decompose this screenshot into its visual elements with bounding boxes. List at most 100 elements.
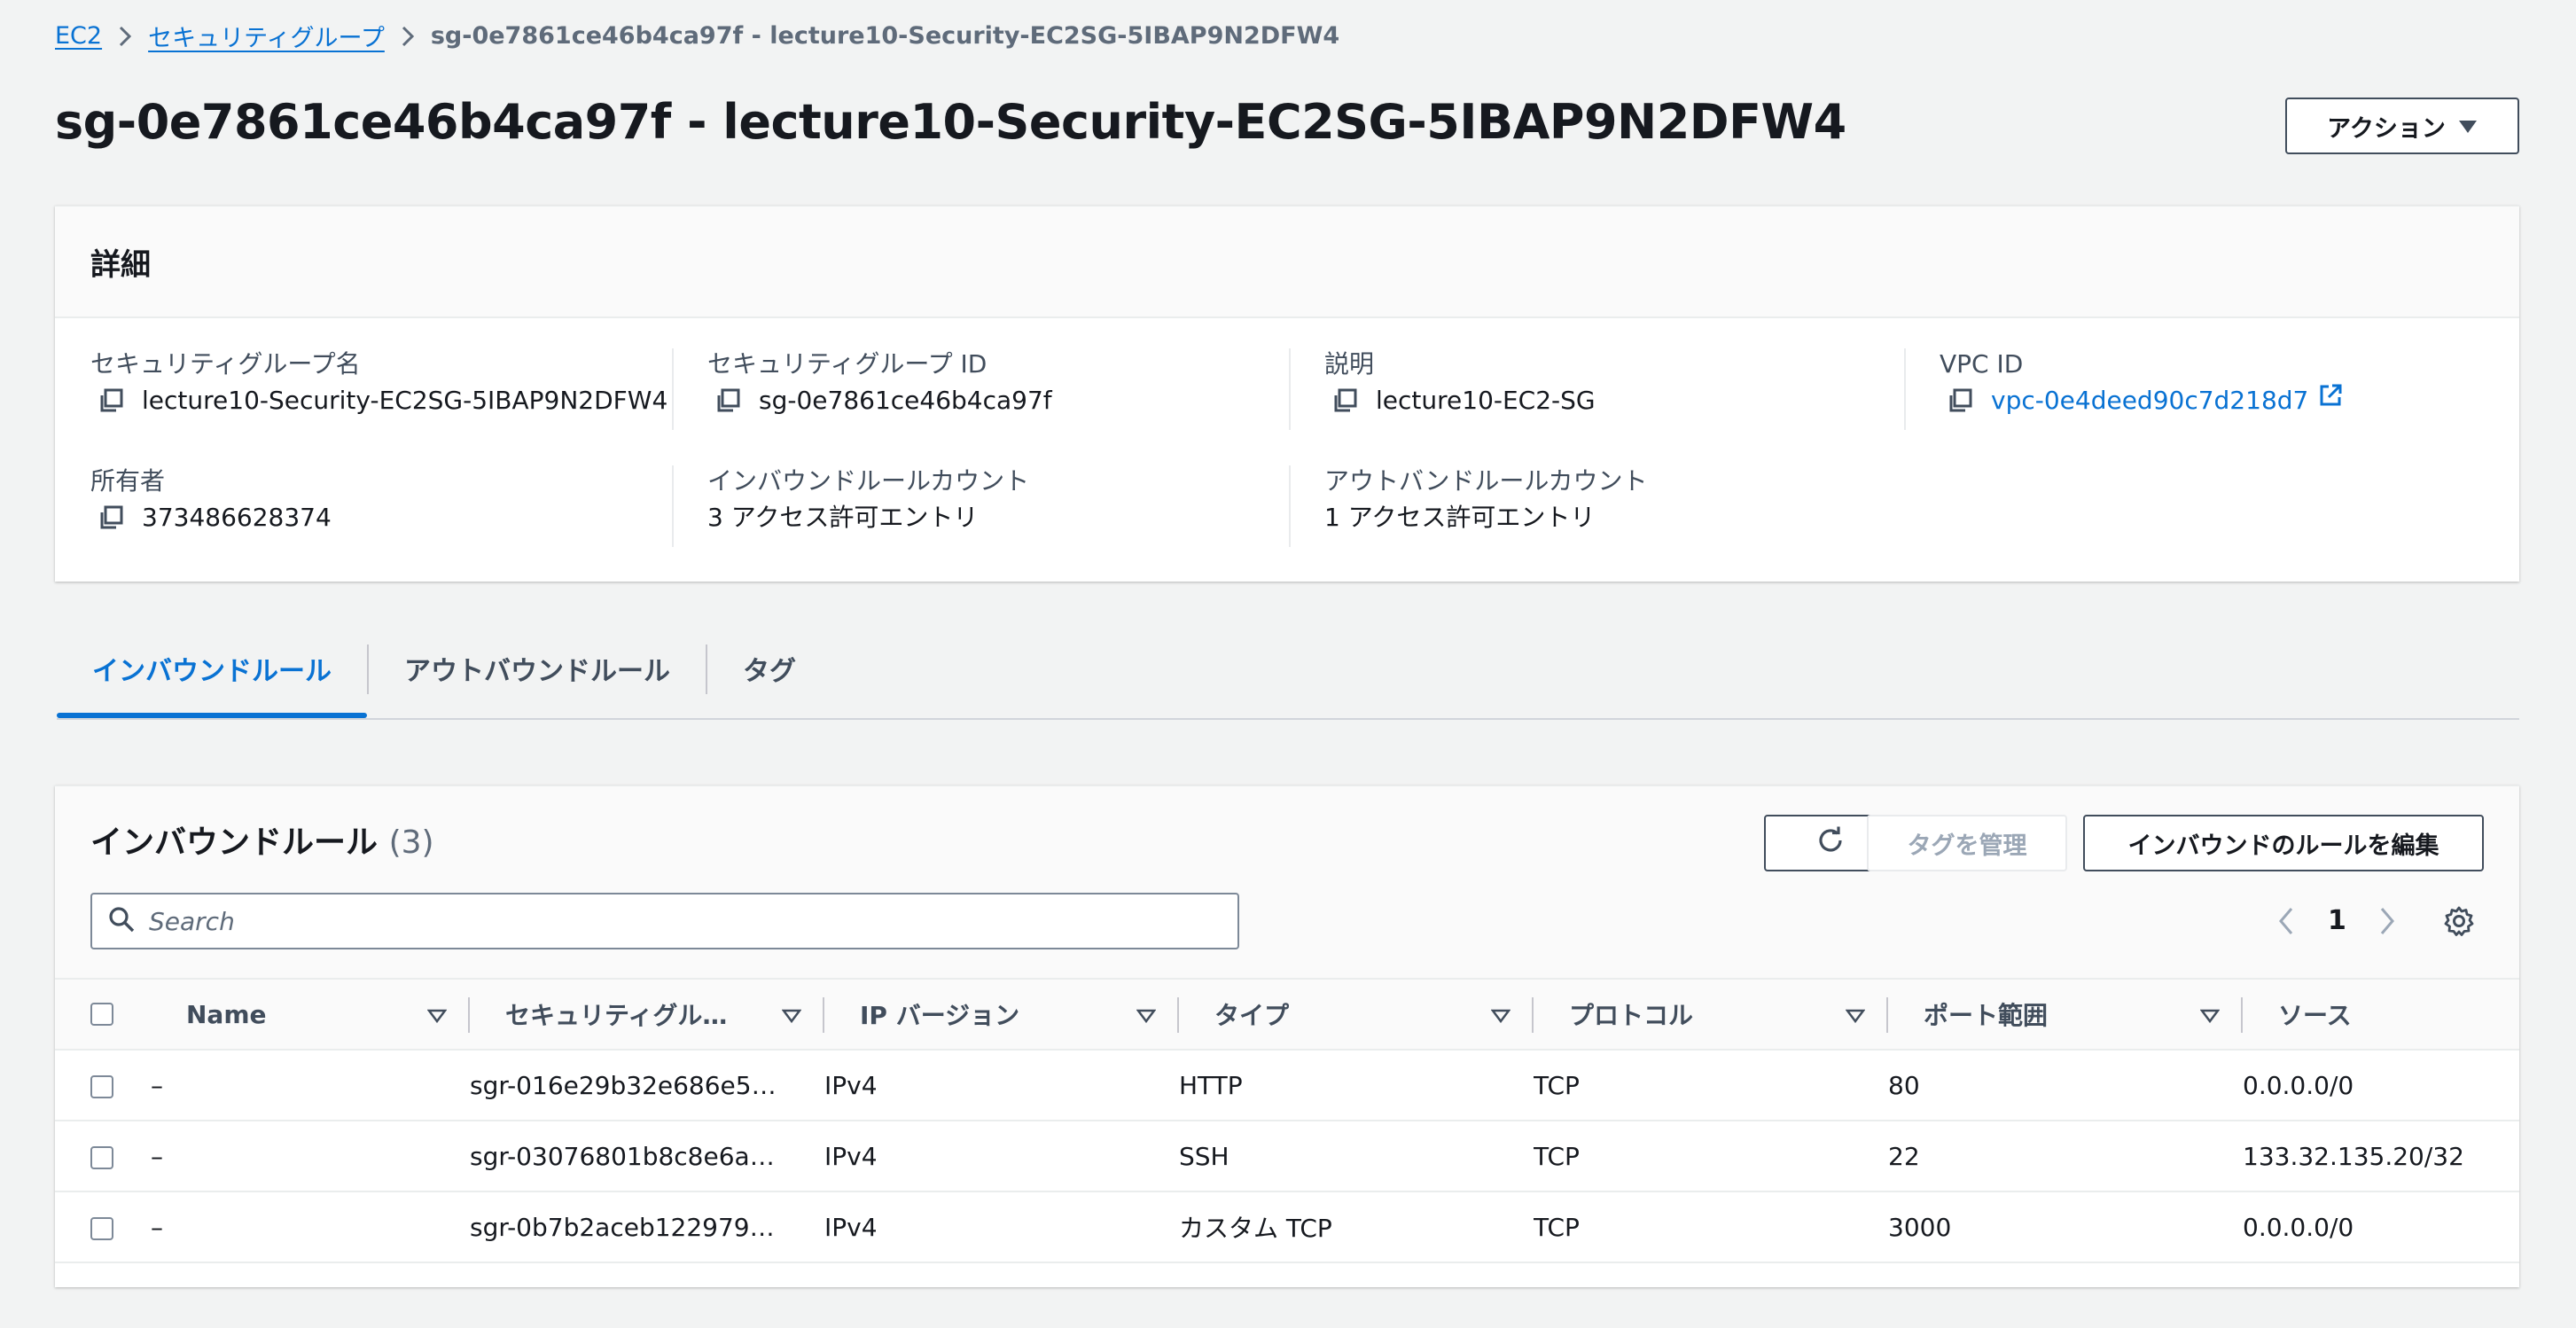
page-title: sg-0e7861ce46b4ca97f - lecture10-Securit… [55, 94, 1846, 150]
column-divider [1904, 348, 1906, 430]
column-header-type[interactable]: タイプ [1214, 996, 1289, 1032]
table-row[interactable]: – sgr-03076801b8c8e6a… IPv4 SSH TCP 22 1… [55, 1121, 2519, 1192]
column-header-rule-id[interactable]: セキュリティグル… [505, 996, 727, 1032]
search-field[interactable] [90, 893, 1239, 949]
sort-caret-icon[interactable] [426, 1000, 448, 1029]
column-header-source[interactable]: ソース [2278, 996, 2352, 1032]
cell-port-range: 22 [1888, 1121, 2243, 1192]
edit-inbound-rules-button[interactable]: インバウンドのルールを編集 [2083, 815, 2484, 871]
rules-heading: インバウンドルール (3) [90, 816, 434, 863]
column-header-port-range[interactable]: ポート範囲 [1924, 996, 2048, 1032]
cell-name: – [151, 1191, 470, 1263]
outbound-count-value: 1 アクセス許可エントリ [1324, 503, 1596, 532]
table-row[interactable]: – sgr-016e29b32e686e5… IPv4 HTTP TCP 80 … [55, 1050, 2519, 1121]
inbound-rules-panel: インバウンドルール (3) タグを管理 インバウンドのルールを編集 1 [55, 785, 2519, 1287]
tab-outbound-rules[interactable]: アウトバウンドルール [369, 621, 706, 716]
cell-name: – [151, 1121, 470, 1192]
column-header-name[interactable]: Name [186, 1000, 267, 1029]
owner-value: 373486628374 [142, 503, 332, 532]
copy-icon[interactable] [714, 387, 741, 414]
external-link-icon [2317, 382, 2344, 419]
select-all-checkbox[interactable] [90, 1003, 113, 1026]
chevron-right-icon [385, 22, 431, 50]
details-panel: 詳細 セキュリティグループ名 lecture10-Security-EC2SG-… [55, 206, 2519, 582]
cell-type: HTTP [1179, 1050, 1534, 1121]
copy-icon[interactable] [98, 504, 124, 531]
row-checkbox[interactable] [90, 1216, 113, 1240]
breadcrumb-security-groups-link[interactable]: セキュリティグループ [148, 19, 385, 53]
cell-ip-version: IPv4 [824, 1191, 1179, 1263]
cell-rule-id: sgr-0b7b2aceb122979… [470, 1191, 824, 1263]
field-vpc-id: VPC ID vpc-0e4deed90c7d218d7 [1940, 347, 2344, 419]
column-header-ip-version[interactable]: IP バージョン [860, 996, 1019, 1032]
actions-button-label: アクション [2327, 114, 2446, 143]
caret-down-icon [2458, 113, 2478, 140]
details-heading: 詳細 [90, 246, 151, 283]
cell-type: SSH [1179, 1121, 1534, 1192]
previous-page-icon[interactable] [2276, 905, 2296, 941]
cell-protocol: TCP [1534, 1121, 1888, 1192]
sg-name-label: セキュリティグループ名 [90, 349, 361, 379]
breadcrumb: EC2 セキュリティグループ sg-0e7861ce46b4ca97f - le… [55, 16, 1339, 55]
sort-caret-icon[interactable] [2199, 1000, 2221, 1029]
field-sg-name: セキュリティグループ名 lecture10-Security-EC2SG-5IB… [90, 347, 667, 419]
inbound-rules-table: Name セキュリティグル… IP バージョン タイプ プロトコル ポート範囲 … [55, 978, 2519, 1263]
column-divider [672, 348, 674, 430]
cell-source: 0.0.0.0/0 [2243, 1050, 2519, 1121]
column-header-protocol[interactable]: プロトコル [1569, 996, 1693, 1032]
sort-caret-icon[interactable] [1136, 1000, 1157, 1029]
field-inbound-count: インバウンドルールカウント 3 アクセス許可エントリ [707, 464, 1029, 536]
table-header-row: Name セキュリティグル… IP バージョン タイプ プロトコル ポート範囲 … [55, 978, 2519, 1051]
search-input[interactable] [147, 905, 1214, 937]
inbound-count-label: インバウンドルールカウント [707, 466, 1030, 496]
breadcrumb-ec2-link[interactable]: EC2 [55, 22, 102, 50]
owner-label: 所有者 [90, 466, 166, 496]
tab-tags[interactable]: タグ [707, 621, 831, 716]
cell-port-range: 80 [1888, 1050, 2243, 1121]
cell-rule-id: sgr-03076801b8c8e6a… [470, 1121, 824, 1192]
row-checkbox[interactable] [90, 1074, 113, 1098]
sg-id-value: sg-0e7861ce46b4ca97f [759, 386, 1052, 415]
tab-inbound-rules[interactable]: インバウンドルール [57, 621, 367, 718]
field-outbound-count: アウトバンドルールカウント 1 アクセス許可エントリ [1324, 464, 1648, 536]
sort-caret-icon[interactable] [1845, 1000, 1866, 1029]
details-header: 詳細 [55, 207, 2519, 318]
manage-tags-button[interactable]: タグを管理 [1867, 815, 2067, 871]
search-icon [108, 906, 135, 936]
cell-name: – [151, 1050, 470, 1121]
cell-source: 133.32.135.20/32 [2243, 1121, 2519, 1192]
actions-dropdown-button[interactable]: アクション [2285, 98, 2519, 154]
cell-source: 0.0.0.0/0 [2243, 1191, 2519, 1263]
cell-type: カスタム TCP [1179, 1191, 1534, 1263]
vpc-id-link[interactable]: vpc-0e4deed90c7d218d7 [1991, 382, 2344, 419]
cell-ip-version: IPv4 [824, 1121, 1179, 1192]
table-row[interactable]: – sgr-0b7b2aceb122979… IPv4 カスタム TCP TCP… [55, 1191, 2519, 1263]
tab-list: インバウンドルール アウトバウンドルール タグ [57, 621, 2519, 720]
cell-ip-version: IPv4 [824, 1050, 1179, 1121]
field-description: 説明 lecture10-EC2-SG [1324, 347, 1596, 419]
sort-caret-icon[interactable] [1490, 1000, 1511, 1029]
vpc-id-label: VPC ID [1940, 349, 2024, 379]
next-page-icon[interactable] [2377, 905, 2397, 941]
field-sg-id: セキュリティグループ ID sg-0e7861ce46b4ca97f [707, 347, 1052, 419]
vpc-id-value: vpc-0e4deed90c7d218d7 [1991, 386, 2309, 415]
column-divider [1289, 465, 1291, 547]
copy-icon[interactable] [1331, 387, 1358, 414]
refresh-icon [1815, 825, 1846, 862]
cell-protocol: TCP [1534, 1191, 1888, 1263]
copy-icon[interactable] [1947, 387, 1973, 414]
row-checkbox[interactable] [90, 1145, 113, 1169]
cell-port-range: 3000 [1888, 1191, 2243, 1263]
outbound-count-label: アウトバンドルールカウント [1324, 466, 1648, 496]
settings-gear-icon[interactable] [2443, 905, 2475, 941]
rules-title: インバウンドルール [90, 824, 379, 861]
breadcrumb-current: sg-0e7861ce46b4ca97f - lecture10-Securit… [430, 21, 1340, 50]
cell-protocol: TCP [1534, 1050, 1888, 1121]
description-value: lecture10-EC2-SG [1376, 386, 1596, 415]
description-label: 説明 [1324, 349, 1375, 379]
sort-caret-icon[interactable] [781, 1000, 802, 1029]
copy-icon[interactable] [98, 387, 124, 414]
current-page-number[interactable]: 1 [2328, 902, 2346, 941]
inbound-count-value: 3 アクセス許可エントリ [707, 503, 979, 532]
sg-id-label: セキュリティグループ ID [707, 349, 987, 379]
